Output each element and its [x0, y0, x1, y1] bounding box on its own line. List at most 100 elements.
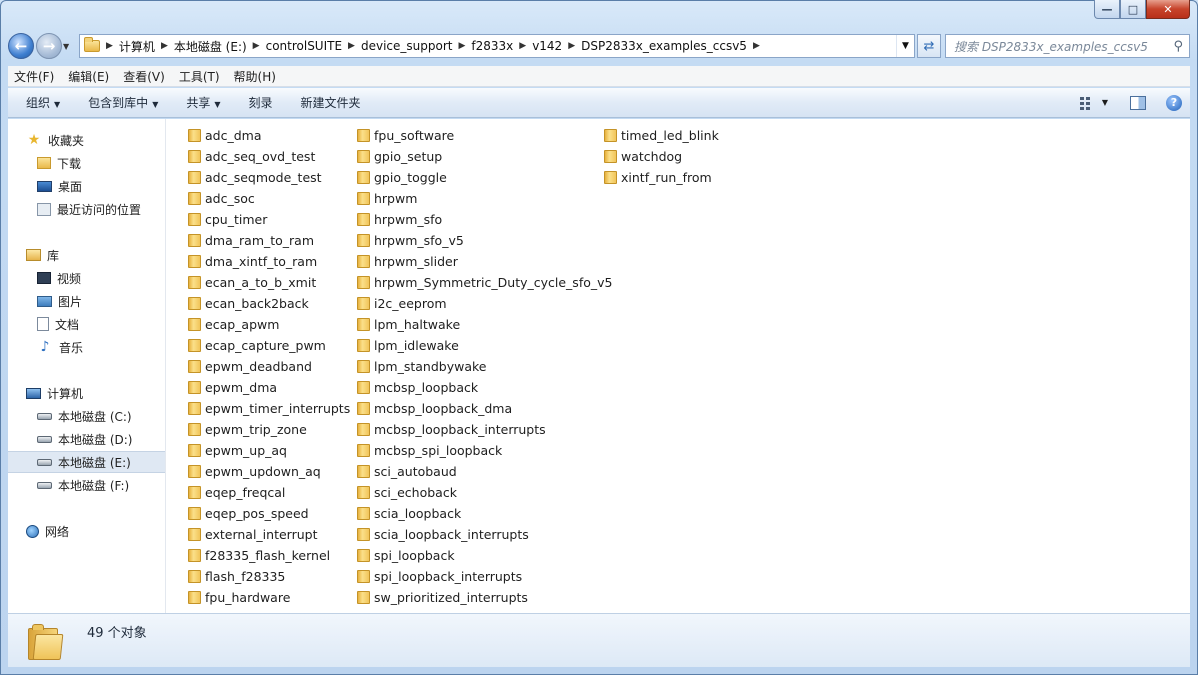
folder-item[interactable]: mcbsp_loopback_dma [357, 398, 612, 419]
close-button[interactable]: ✕ [1146, 0, 1190, 19]
breadcrumb-f2833x[interactable]: f2833x [471, 39, 513, 53]
recent-pages-dropdown[interactable]: ▼ [63, 42, 75, 51]
folder-item[interactable]: lpm_idlewake [357, 335, 612, 356]
folder-item[interactable]: mcbsp_loopback [357, 377, 612, 398]
sidebar-item-drive-f[interactable]: 本地磁盘 (F:) [8, 474, 165, 496]
folder-item[interactable]: sci_echoback [357, 482, 612, 503]
folder-item[interactable]: sw_prioritized_interrupts [357, 587, 612, 608]
menu-tools[interactable]: 工具(T) [179, 68, 220, 85]
menu-file[interactable]: 文件(F) [14, 68, 54, 85]
new-folder-button[interactable]: 新建文件夹 [301, 94, 361, 111]
folder-item[interactable]: flash_f28335 [188, 566, 350, 587]
breadcrumb-examples[interactable]: DSP2833x_examples_ccsv5 [581, 39, 747, 53]
breadcrumb-separator-icon[interactable]: ▶ [106, 41, 113, 51]
folder-item[interactable]: cpu_timer [188, 209, 350, 230]
folder-item[interactable]: hrpwm [357, 188, 612, 209]
breadcrumb-device-support[interactable]: device_support [361, 39, 453, 53]
folder-item[interactable]: i2c_eeprom [357, 293, 612, 314]
view-options-icon[interactable] [1079, 96, 1096, 110]
menu-edit[interactable]: 编辑(E) [68, 68, 109, 85]
sidebar-item-drive-c[interactable]: 本地磁盘 (C:) [8, 405, 165, 427]
sidebar-item-favorites[interactable]: ★ 收藏夹 [8, 129, 165, 151]
include-library-button[interactable]: 包含到库中 ▼ [88, 94, 158, 111]
folder-item[interactable]: fpu_hardware [188, 587, 350, 608]
folder-item[interactable]: adc_seqmode_test [188, 167, 350, 188]
folder-item[interactable]: xintf_run_from [604, 167, 719, 188]
folder-item[interactable]: hrpwm_Symmetric_Duty_cycle_sfo_v5 [357, 272, 612, 293]
breadcrumb-separator-icon[interactable]: ▶ [519, 41, 526, 51]
organize-button[interactable]: 组织 ▼ [26, 94, 60, 111]
sidebar-item-recent-places[interactable]: 最近访问的位置 [8, 198, 165, 220]
folder-item[interactable]: external_interrupt [188, 524, 350, 545]
sidebar-item-drive-d[interactable]: 本地磁盘 (D:) [8, 428, 165, 450]
preview-pane-icon[interactable] [1130, 95, 1146, 110]
folder-item[interactable]: gpio_setup [357, 146, 612, 167]
folder-item[interactable]: dma_ram_to_ram [188, 230, 350, 251]
folder-item[interactable]: ecan_a_to_b_xmit [188, 272, 350, 293]
forward-button[interactable]: → [36, 33, 62, 59]
folder-item[interactable]: ecan_back2back [188, 293, 350, 314]
folder-item[interactable]: epwm_trip_zone [188, 419, 350, 440]
search-input[interactable]: 搜索 DSP2833x_examples_ccsv5 ⚲ [945, 34, 1190, 58]
sidebar-item-drive-e[interactable]: 本地磁盘 (E:) [8, 451, 165, 473]
folder-item[interactable]: adc_seq_ovd_test [188, 146, 350, 167]
maximize-button[interactable]: □ [1120, 0, 1146, 19]
navigation-pane[interactable]: ★ 收藏夹 下载 桌面 最近访问的位置 库 视频 图片 文档 ♪ 音乐 计算机 … [8, 119, 166, 613]
sidebar-item-documents[interactable]: 文档 [8, 313, 165, 335]
breadcrumb-separator-icon[interactable]: ▶ [161, 41, 168, 51]
menu-help[interactable]: 帮助(H) [234, 68, 276, 85]
back-button[interactable]: ← [8, 33, 34, 59]
burn-button[interactable]: 刻录 [249, 94, 273, 111]
folder-item[interactable]: ecap_apwm [188, 314, 350, 335]
folder-item[interactable]: adc_dma [188, 125, 350, 146]
folder-item[interactable]: scia_loopback_interrupts [357, 524, 612, 545]
breadcrumb-drive[interactable]: 本地磁盘 (E:) [174, 38, 247, 55]
sidebar-item-music[interactable]: ♪ 音乐 [8, 336, 165, 358]
breadcrumb-separator-icon[interactable]: ▶ [253, 41, 260, 51]
sidebar-item-desktop[interactable]: 桌面 [8, 175, 165, 197]
sidebar-item-computer[interactable]: 计算机 [8, 382, 165, 404]
folder-item[interactable]: epwm_deadband [188, 356, 350, 377]
folder-item[interactable]: watchdog [604, 146, 719, 167]
address-bar[interactable]: ▶ 计算机 ▶ 本地磁盘 (E:) ▶ controlSUITE ▶ devic… [79, 34, 915, 58]
search-icon[interactable]: ⚲ [1173, 39, 1183, 54]
folder-item[interactable]: mcbsp_loopback_interrupts [357, 419, 612, 440]
folder-item[interactable]: hrpwm_sfo [357, 209, 612, 230]
breadcrumb-controlsuite[interactable]: controlSUITE [266, 39, 342, 53]
folder-item[interactable]: dma_xintf_to_ram [188, 251, 350, 272]
folder-item[interactable]: spi_loopback_interrupts [357, 566, 612, 587]
breadcrumb-separator-icon[interactable]: ▶ [348, 41, 355, 51]
refresh-button[interactable]: ⇄ [917, 34, 941, 58]
folder-item[interactable]: epwm_dma [188, 377, 350, 398]
breadcrumb-v142[interactable]: v142 [532, 39, 562, 53]
sidebar-item-pictures[interactable]: 图片 [8, 290, 165, 312]
folder-item[interactable]: epwm_timer_interrupts [188, 398, 350, 419]
folder-item[interactable]: epwm_up_aq [188, 440, 350, 461]
sidebar-item-libraries[interactable]: 库 [8, 244, 165, 266]
sidebar-item-videos[interactable]: 视频 [8, 267, 165, 289]
folder-item[interactable]: sci_autobaud [357, 461, 612, 482]
view-dropdown-icon[interactable]: ▼ [1102, 98, 1108, 107]
share-button[interactable]: 共享 ▼ [186, 94, 220, 111]
folder-item[interactable]: timed_led_blink [604, 125, 719, 146]
folder-item[interactable]: hrpwm_slider [357, 251, 612, 272]
minimize-button[interactable]: — [1094, 0, 1120, 19]
breadcrumb-separator-icon[interactable]: ▶ [568, 41, 575, 51]
folder-item[interactable]: fpu_software [357, 125, 612, 146]
folder-item[interactable]: ecap_capture_pwm [188, 335, 350, 356]
folder-item[interactable]: gpio_toggle [357, 167, 612, 188]
folder-item[interactable]: spi_loopback [357, 545, 612, 566]
sidebar-item-network[interactable]: 网络 [8, 520, 165, 542]
breadcrumb-separator-icon[interactable]: ▶ [458, 41, 465, 51]
breadcrumb-separator-icon[interactable]: ▶ [753, 41, 760, 51]
folder-item[interactable]: scia_loopback [357, 503, 612, 524]
folder-item[interactable]: hrpwm_sfo_v5 [357, 230, 612, 251]
folder-item[interactable]: eqep_freqcal [188, 482, 350, 503]
breadcrumb-computer[interactable]: 计算机 [119, 38, 155, 55]
folder-item[interactable]: lpm_standbywake [357, 356, 612, 377]
file-list[interactable]: adc_dma adc_seq_ovd_test adc_seqmode_test a… [167, 119, 1190, 613]
folder-item[interactable]: eqep_pos_speed [188, 503, 350, 524]
folder-item[interactable]: mcbsp_spi_loopback [357, 440, 612, 461]
folder-item[interactable]: lpm_haltwake [357, 314, 612, 335]
folder-item[interactable]: f28335_flash_kernel [188, 545, 350, 566]
